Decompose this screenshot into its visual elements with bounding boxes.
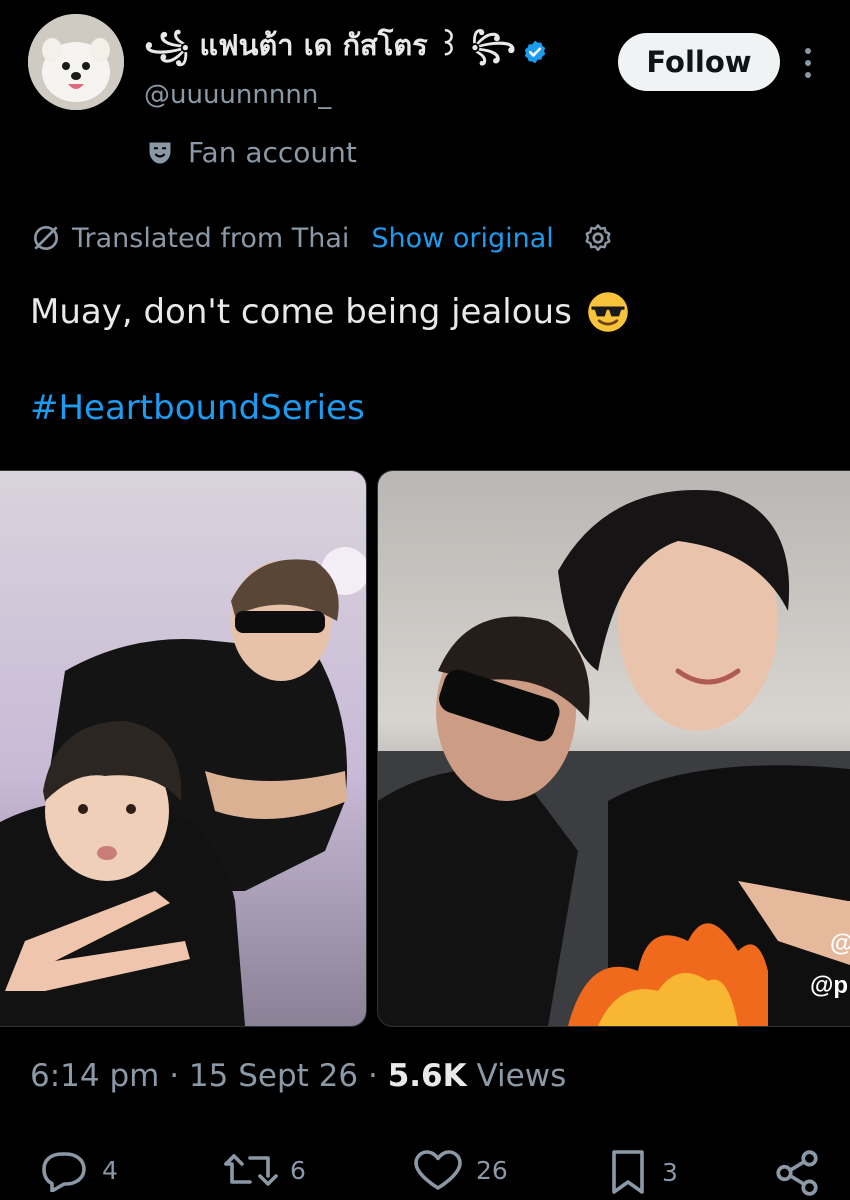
overlay-mention-1: @	[830, 930, 850, 957]
bookmark-button[interactable]: 3	[606, 1148, 678, 1196]
photo-1-image	[0, 471, 366, 1026]
share-icon	[776, 1150, 818, 1196]
reply-icon	[42, 1152, 86, 1192]
verified-badge-icon	[524, 40, 546, 64]
hashtag-link[interactable]: #HeartboundSeries	[30, 388, 365, 428]
tweet-photo-1[interactable]	[0, 470, 367, 1027]
theater-mask-icon	[149, 142, 171, 163]
fan-account-text: Fan account	[188, 136, 357, 169]
user-handle[interactable]: @uuuunnnnn_	[144, 80, 331, 110]
show-original-link[interactable]: Show original	[371, 223, 553, 254]
follow-button[interactable]: Follow	[618, 33, 780, 91]
bookmark-icon	[612, 1150, 644, 1194]
translated-from-text: Translated from Thai	[72, 222, 350, 254]
reply-count: 4	[102, 1155, 118, 1185]
tweet-meta: 6:14 pm · 15 Sept 26 · 5.6K Views	[30, 1058, 566, 1094]
views-label-text: Views	[476, 1058, 567, 1094]
fan-account-label: Fan account	[146, 136, 357, 169]
sunglasses-emoji-icon	[588, 292, 628, 332]
meta-separator-2: ·	[367, 1058, 388, 1094]
repost-count: 6	[290, 1155, 306, 1185]
share-button[interactable]	[772, 1148, 822, 1198]
more-options-icon[interactable]	[798, 44, 818, 82]
tweet-date[interactable]: 15 Sept 26	[189, 1058, 358, 1094]
gear-icon[interactable]	[582, 222, 614, 254]
reply-button[interactable]: 4	[38, 1148, 118, 1192]
overlay-mention-2: @p	[810, 972, 848, 999]
photo-2-image: @ @p	[378, 471, 850, 1026]
repost-icon	[224, 1154, 278, 1186]
views-count: 5.6K	[387, 1058, 467, 1094]
bookmark-count: 3	[662, 1157, 678, 1187]
tweet-time[interactable]: 6:14 pm	[30, 1058, 159, 1094]
display-name-text: ꧁ แฟนต้า เด กัสโตร ꒱ ꧂	[144, 28, 516, 62]
tweet-photo-2[interactable]: @ @p	[377, 470, 850, 1027]
views-label: Views	[477, 1058, 567, 1094]
tweet-text: Muay, don't come being jealous	[30, 290, 630, 334]
repost-button[interactable]: 6	[222, 1148, 306, 1192]
like-button[interactable]: 26	[412, 1148, 508, 1192]
heart-icon	[414, 1150, 462, 1190]
avatar[interactable]	[28, 14, 124, 110]
like-count: 26	[476, 1155, 508, 1185]
tweet-text-body: Muay, don't come being jealous	[30, 292, 572, 332]
translate-icon	[34, 226, 58, 250]
display-name[interactable]: ꧁ แฟนต้า เด กัสโตร ꒱ ꧂	[144, 22, 548, 82]
meta-separator-1: ·	[169, 1058, 189, 1094]
translation-row: Translated from Thai Show original	[30, 222, 614, 254]
